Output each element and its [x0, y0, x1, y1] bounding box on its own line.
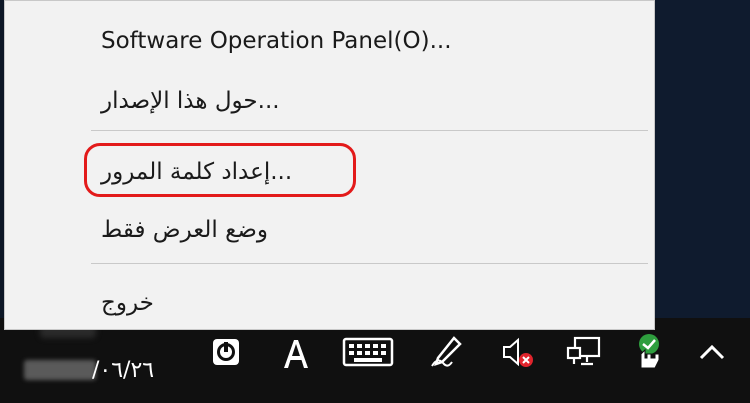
menu-separator	[91, 263, 648, 264]
ime-language-icon[interactable]	[274, 330, 318, 374]
clock-date-redacted	[24, 360, 96, 380]
chevron-up-icon[interactable]	[690, 330, 734, 374]
pen-icon[interactable]	[424, 330, 468, 374]
menu-separator	[91, 130, 648, 131]
menu-item-exit[interactable]: خروج	[5, 273, 654, 333]
menu-item-view-only-mode[interactable]: وضع العرض فقط	[5, 200, 654, 260]
highlight-box	[84, 143, 356, 197]
clock-date[interactable]: /٠٦/٢٦	[92, 356, 154, 386]
network-icon[interactable]	[562, 330, 606, 374]
scanner-app-icon[interactable]	[626, 330, 670, 374]
menu-item-about[interactable]: ...حول هذا الإصدار	[5, 71, 654, 131]
onenote-icon[interactable]	[204, 330, 248, 374]
speaker-muted-icon[interactable]	[496, 330, 540, 374]
menu-item-software-operation-panel[interactable]: Software Operation Panel(O)...	[5, 11, 654, 71]
desktop-wallpaper	[655, 0, 750, 330]
touch-keyboard-icon[interactable]	[340, 330, 396, 374]
